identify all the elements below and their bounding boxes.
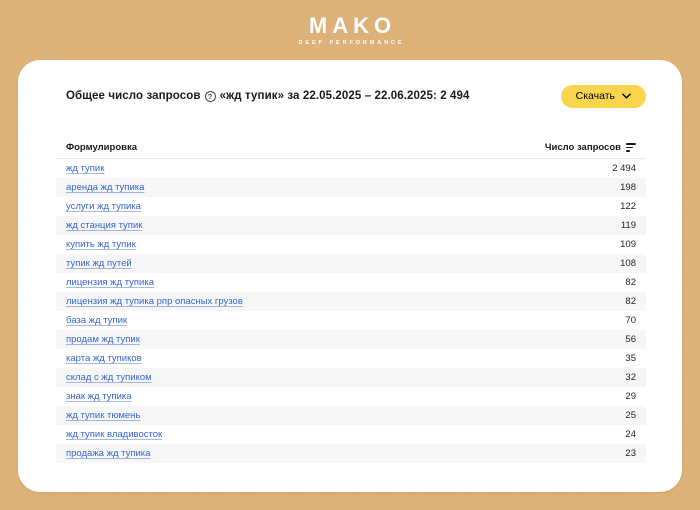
query-link[interactable]: жд тупик тюмень [66,410,140,421]
query-link[interactable]: лицензия жд тупика [66,277,154,288]
table-body: жд тупик 2 494 аренда жд тупика 198 услу… [56,159,646,463]
query-count: 82 [625,277,636,288]
column-header-phrase[interactable]: Формулировка [66,142,137,153]
query-link[interactable]: аренда жд тупика [66,182,144,193]
query-link[interactable]: жд тупик [66,163,104,174]
query-link[interactable]: продажа жд тупика [66,448,150,459]
query-count: 119 [620,220,636,231]
query-link[interactable]: база жд тупик [66,315,127,326]
table-row: продажа жд тупика 23 [56,444,646,463]
query-count: 2 494 [612,163,636,174]
results-card: Общее число запросов ? «жд тупик» за 22.… [18,60,682,492]
chevron-down-icon [622,93,631,99]
column-header-count-label: Число запросов [544,142,621,153]
table-row: тупик жд путей 108 [56,254,646,273]
download-button[interactable]: Скачать [560,84,646,108]
query-link[interactable]: склад с жд тупиком [66,372,152,383]
summary-bar: Общее число запросов ? «жд тупик» за 22.… [56,84,646,108]
logo-wordmark: MAKO [308,12,397,38]
table-row: аренда жд тупика 198 [56,178,646,197]
query-count: 198 [620,182,636,193]
query-link[interactable]: карта жд тупиков [66,353,142,364]
table-row: знак жд тупика 29 [56,387,646,406]
query-count: 109 [620,239,636,250]
query-link[interactable]: жд станция тупик [66,220,142,231]
table-row: лицензия жд тупика рпр опасных грузов 82 [56,292,646,311]
query-count: 122 [620,201,636,212]
query-count: 24 [625,429,636,440]
query-count: 25 [625,410,636,421]
query-count: 23 [625,448,636,459]
query-count: 29 [625,391,636,402]
help-icon[interactable]: ? [204,90,216,102]
query-link[interactable]: лицензия жд тупика рпр опасных грузов [66,296,243,307]
title-prefix: Общее число запросов [66,90,201,102]
mako-logo: MAKO DEEP PERFORMANCE [296,12,405,46]
title-suffix: «жд тупик» за 22.05.2025 – 22.06.2025: 2… [219,90,470,102]
query-link[interactable]: услуги жд тупика [66,201,141,212]
table-row: услуги жд тупика 122 [56,197,646,216]
query-link[interactable]: тупик жд путей [66,258,132,269]
table-row: жд тупик 2 494 [56,159,646,178]
table-row: лицензия жд тупика 82 [56,273,646,292]
query-count: 82 [625,296,636,307]
site-header: MAKO DEEP PERFORMANCE [0,0,700,60]
table-row: жд станция тупик 119 [56,216,646,235]
table-header: Формулировка Число запросов [56,142,646,159]
table-row: склад с жд тупиком 32 [56,368,646,387]
query-link[interactable]: знак жд тупика [66,391,132,402]
query-link[interactable]: жд тупик владивосток [66,429,162,440]
column-header-count[interactable]: Число запросов [545,142,636,153]
sort-descending-icon [626,143,636,152]
table-row: продам жд тупик 56 [56,330,646,349]
query-count: 35 [625,353,636,364]
table-row: жд тупик тюмень 25 [56,406,646,425]
table-row: купить жд тупик 109 [56,235,646,254]
download-button-label: Скачать [575,90,615,102]
query-link[interactable]: продам жд тупик [66,334,140,345]
query-count: 108 [620,258,636,269]
query-count: 32 [625,372,636,383]
logo-tagline: DEEP PERFORMANCE [298,39,405,46]
page-title: Общее число запросов ? «жд тупик» за 22.… [66,90,470,102]
table-row: база жд тупик 70 [56,311,646,330]
query-count: 70 [625,315,636,326]
query-link[interactable]: купить жд тупик [66,239,136,250]
table-row: карта жд тупиков 35 [56,349,646,368]
query-count: 56 [625,334,636,345]
queries-table: Формулировка Число запросов жд тупик 2 4… [56,142,646,463]
table-row: жд тупик владивосток 24 [56,425,646,444]
